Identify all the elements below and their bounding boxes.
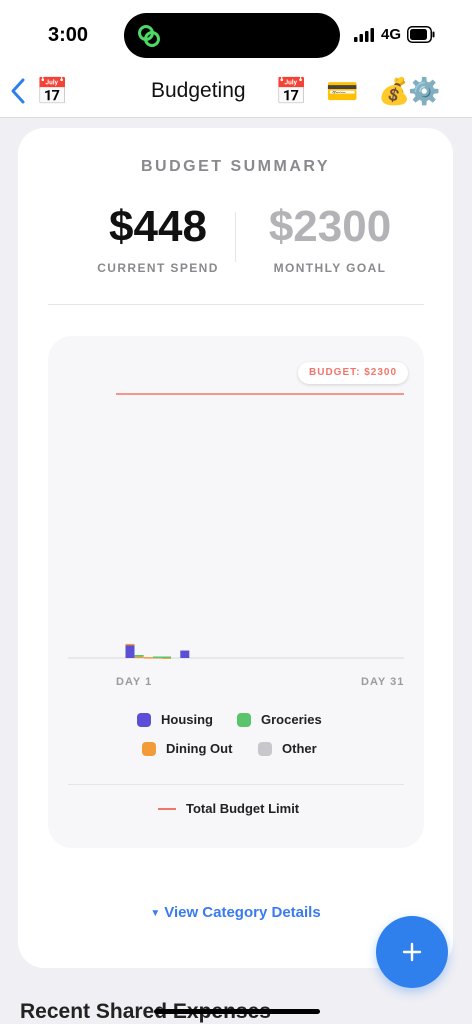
calendar-icon[interactable]: 📅 xyxy=(36,76,68,106)
groceries-swatch xyxy=(237,712,251,727)
bar-dining-out-day-2 xyxy=(134,656,144,659)
chart-canvas xyxy=(68,393,404,659)
monthly-goal-value: $2300 xyxy=(268,202,392,251)
x-tick-end: DAY 31 xyxy=(361,676,405,688)
budget-limit-swatch xyxy=(158,808,176,810)
legend-label: Housing xyxy=(161,712,213,727)
status-time: 3:00 xyxy=(48,24,89,46)
bar-housing-day-7 xyxy=(180,650,190,658)
signal-icon xyxy=(354,28,374,42)
housing-swatch xyxy=(137,712,151,727)
budget-summary-card: BUDGET SUMMARY $448 CURRENT SPEND $2300 … xyxy=(18,128,453,968)
bar-housing-day-1 xyxy=(125,644,135,658)
view-category-details-link[interactable]: ▼ View Category Details xyxy=(18,904,453,921)
network-type: 4G xyxy=(381,26,402,43)
gear-icon[interactable]: ⚙️ xyxy=(408,76,440,106)
plus-icon xyxy=(402,942,422,962)
budget-limit-label: Total Budget Limit xyxy=(186,801,300,816)
screen: 3:00 4G 📅 Budgeting 📅 💳 💰 ⚙️ BUDGET SUMM… xyxy=(0,0,472,1024)
legend-label: Dining Out xyxy=(166,741,233,756)
legend-divider xyxy=(68,784,404,785)
spending-chart: BUDGET: $2300 DAY 1 DAY 31 Housing Groce… xyxy=(48,336,424,848)
x-tick-start: DAY 1 xyxy=(116,676,153,688)
dynamic-island xyxy=(124,13,340,58)
current-spend-value: $448 xyxy=(109,202,207,251)
budget-pill: BUDGET: $2300 xyxy=(298,362,409,384)
credit-card-icon[interactable]: 💳 xyxy=(326,76,358,106)
bar-dining-out-day-1 xyxy=(125,643,135,646)
calendar-icon[interactable]: 📅 xyxy=(275,76,307,106)
page-title: Budgeting xyxy=(151,79,246,102)
money-bag-icon[interactable]: 💰 xyxy=(378,76,410,106)
other-swatch xyxy=(258,741,272,756)
legend-groceries: Groceries xyxy=(237,712,322,727)
caret-down-icon: ▼ xyxy=(150,908,161,919)
battery-icon xyxy=(407,26,435,43)
bar-groceries-day-5 xyxy=(162,656,172,659)
chevron-left-icon[interactable] xyxy=(6,76,32,106)
legend-housing: Housing xyxy=(137,712,213,727)
status-bar: 3:00 4G xyxy=(0,0,472,70)
dining-out-swatch xyxy=(142,741,156,756)
bar-groceries-day-2 xyxy=(134,655,144,657)
add-expense-button[interactable] xyxy=(376,916,448,988)
details-link-label: View Category Details xyxy=(164,904,321,921)
nav-bar: 📅 Budgeting 📅 💳 💰 ⚙️ xyxy=(0,70,472,118)
summary-divider xyxy=(48,304,424,305)
home-indicator xyxy=(154,1009,320,1014)
legend-other: Other xyxy=(258,741,317,756)
legend-dining-out: Dining Out xyxy=(142,741,232,756)
link-rings-icon xyxy=(138,25,160,47)
current-spend-label: CURRENT SPEND xyxy=(97,261,219,275)
monthly-goal-label: MONTHLY GOAL xyxy=(273,261,387,275)
legend-label: Groceries xyxy=(261,712,322,727)
legend-label: Other xyxy=(282,741,317,756)
bar-groceries-day-4 xyxy=(152,656,162,659)
bar-dining-out-day-3 xyxy=(143,657,153,659)
summary-title: BUDGET SUMMARY xyxy=(140,158,331,175)
